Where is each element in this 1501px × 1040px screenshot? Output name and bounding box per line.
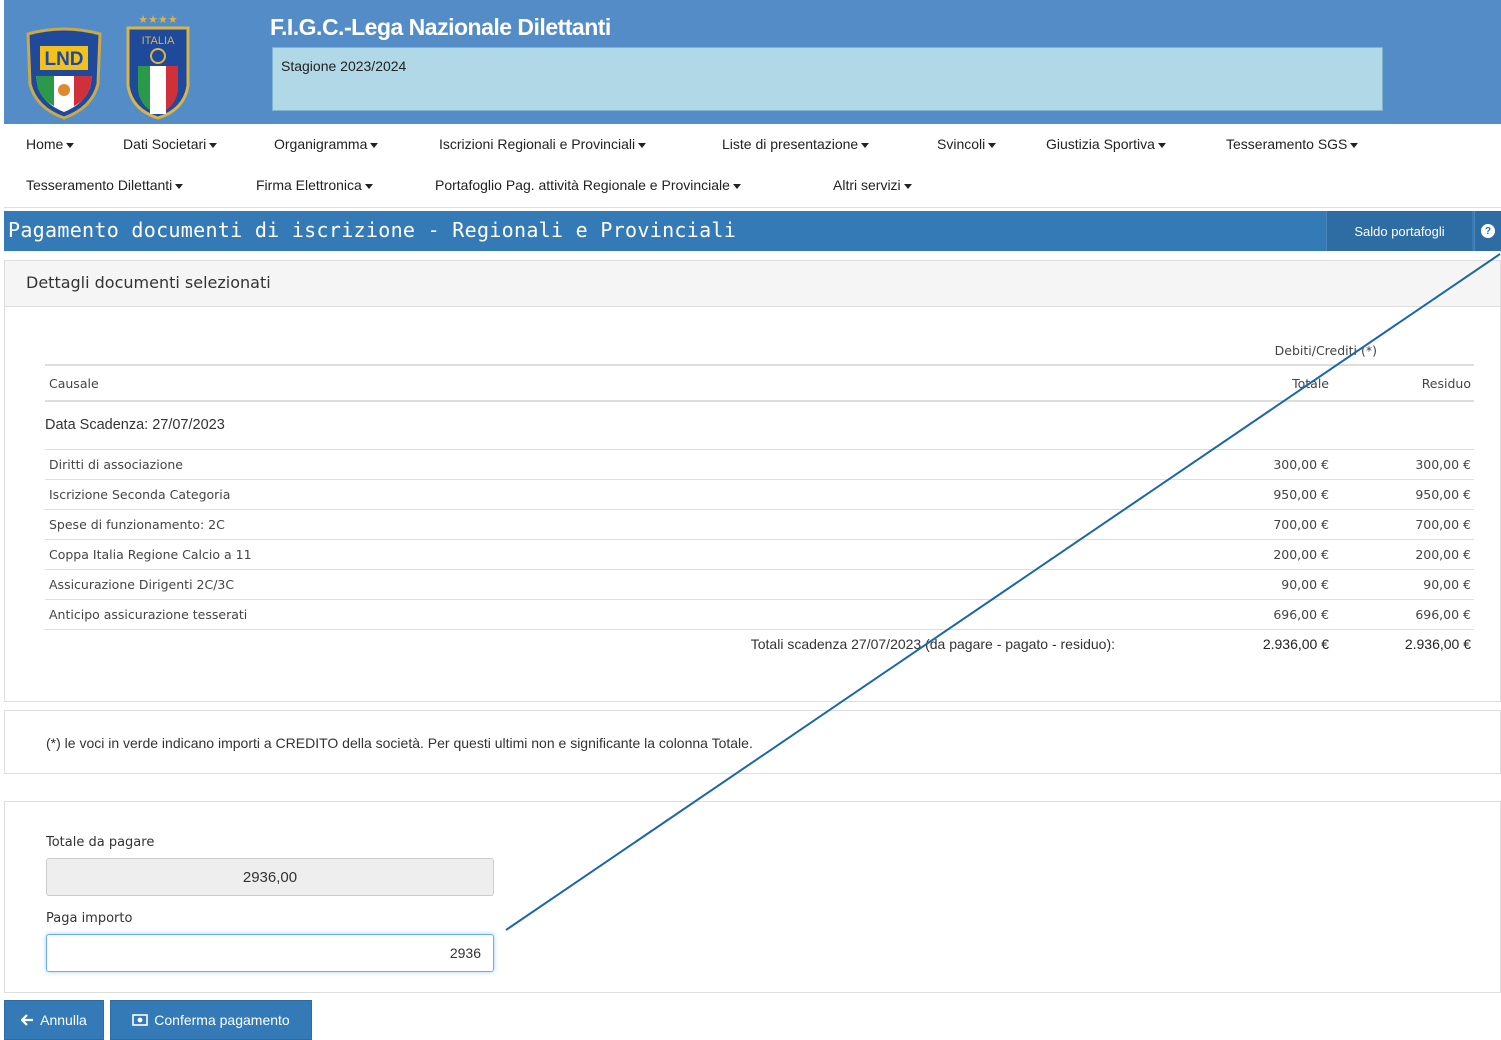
- note-panel: (*) le voci in verde indicano importi a …: [4, 710, 1501, 774]
- row-residuo: 696,00 €: [1332, 598, 1474, 629]
- row-residuo: 950,00 €: [1332, 478, 1474, 509]
- caret-down-icon: [175, 183, 184, 189]
- svg-text:★★★★: ★★★★: [138, 13, 178, 26]
- table-row: Iscrizione Seconda Categoria 950,00 € 95…: [45, 478, 1474, 509]
- table-row: Spese di funzionamento: 2C 700,00 € 700,…: [45, 508, 1474, 539]
- row-residuo: 300,00 €: [1332, 448, 1474, 479]
- col-causale: Causale: [45, 364, 1175, 402]
- row-totale: 90,00 €: [1175, 568, 1332, 599]
- annulla-button[interactable]: Annulla: [4, 1000, 104, 1040]
- table-row: Coppa Italia Regione Calcio a 11 200,00 …: [45, 538, 1474, 569]
- scadenza-row: Data Scadenza: 27/07/2023: [45, 401, 1474, 449]
- totals-residuo: 2.936,00 €: [1332, 628, 1474, 659]
- row-totale: 696,00 €: [1175, 598, 1332, 629]
- nav-svincoli[interactable]: Svincoli: [937, 136, 997, 152]
- nav-iscrizioni[interactable]: Iscrizioni Regionali e Provinciali: [439, 136, 647, 152]
- row-causale: Coppa Italia Regione Calcio a 11: [45, 538, 1175, 569]
- row-causale: Assicurazione Dirigenti 2C/3C: [45, 568, 1175, 599]
- table-row: Assicurazione Dirigenti 2C/3C 90,00 € 90…: [45, 568, 1474, 599]
- totals-label: Totali scadenza 27/07/2023 (da pagare - …: [45, 628, 1175, 659]
- arrow-left-icon: [21, 1014, 34, 1026]
- table-header: Causale Totale Residuo: [45, 364, 1474, 402]
- caret-down-icon: [1350, 142, 1359, 148]
- payment-panel: Totale da pagare 2936,00 Paga importo: [4, 801, 1501, 993]
- col-totale: Totale: [1175, 364, 1332, 402]
- caret-down-icon: [209, 142, 218, 148]
- row-causale: Iscrizione Seconda Categoria: [45, 478, 1175, 509]
- col-residuo: Residuo: [1332, 364, 1474, 402]
- season-box: Stagione 2023/2024: [272, 47, 1383, 111]
- money-icon: [132, 1014, 149, 1026]
- caret-down-icon: [988, 142, 997, 148]
- svg-text:ITALIA: ITALIA: [142, 35, 175, 47]
- conferma-label: Conferma pagamento: [154, 1012, 290, 1028]
- saldo-portafogli-button[interactable]: Saldo portafogli: [1326, 211, 1472, 251]
- table-row: Anticipo assicurazione tesserati 696,00 …: [45, 598, 1474, 629]
- season-label: Stagione 2023/2024: [281, 58, 407, 74]
- row-residuo: 200,00 €: [1332, 538, 1474, 569]
- nav-organigramma[interactable]: Organigramma: [274, 136, 379, 152]
- row-causale: Anticipo assicurazione tesserati: [45, 598, 1175, 629]
- caret-down-icon: [370, 142, 379, 148]
- table-row: Diritti di associazione 300,00 € 300,00 …: [45, 448, 1474, 479]
- conferma-pagamento-button[interactable]: Conferma pagamento: [110, 1000, 312, 1040]
- row-residuo: 700,00 €: [1332, 508, 1474, 539]
- credit-note: (*) le voci in verde indicano importi a …: [46, 735, 753, 751]
- row-causale: Diritti di associazione: [45, 448, 1175, 479]
- nav-liste[interactable]: Liste di presentazione: [722, 136, 870, 152]
- details-heading: Dettagli documenti selezionati: [5, 261, 1500, 307]
- header-title: F.I.G.C.-Lega Nazionale Dilettanti: [270, 14, 611, 40]
- totale-da-pagare-field: 2936,00: [46, 858, 494, 896]
- totals-totale: 2.936,00 €: [1175, 628, 1332, 659]
- caret-down-icon: [861, 142, 870, 148]
- table-super-header: Debiti/Crediti (*): [45, 331, 1474, 365]
- caret-down-icon: [638, 142, 647, 148]
- documents-table: Debiti/Crediti (*) Causale Totale Residu…: [45, 331, 1474, 659]
- caret-down-icon: [903, 183, 912, 189]
- nav-altri-servizi[interactable]: Altri servizi: [833, 177, 912, 193]
- question-circle-icon: ?: [1481, 224, 1495, 238]
- caret-down-icon: [66, 142, 75, 148]
- nav-tesseramento-dilettanti[interactable]: Tesseramento Dilettanti: [26, 177, 184, 193]
- annulla-label: Annulla: [40, 1012, 87, 1028]
- nav-portafoglio[interactable]: Portafoglio Pag. attività Regionale e Pr…: [435, 177, 741, 193]
- row-totale: 200,00 €: [1175, 538, 1332, 569]
- nav-dati-societari[interactable]: Dati Societari: [123, 136, 218, 152]
- debiti-crediti-header: Debiti/Crediti (*): [1274, 343, 1377, 358]
- help-button[interactable]: ?: [1474, 211, 1501, 251]
- details-panel: Dettagli documenti selezionati Debiti/Cr…: [4, 260, 1501, 702]
- app-header: LND ★★★★ ITALIA F.I.G.C.-Lega Nazionale …: [4, 0, 1501, 124]
- lnd-logo: LND: [26, 27, 102, 120]
- nav-giustizia[interactable]: Giustizia Sportiva: [1046, 136, 1166, 152]
- nav-firma-elettronica[interactable]: Firma Elettronica: [256, 177, 373, 193]
- nav-tesseramento-sgs[interactable]: Tesseramento SGS: [1226, 136, 1359, 152]
- row-totale: 300,00 €: [1175, 448, 1332, 479]
- nav-home[interactable]: Home: [26, 136, 75, 152]
- page-title: Pagamento documenti di iscrizione - Regi…: [8, 218, 737, 242]
- page-titlebar: Pagamento documenti di iscrizione - Regi…: [4, 211, 1501, 251]
- figc-italia-logo: ★★★★ ITALIA: [126, 13, 190, 120]
- totale-da-pagare-label: Totale da pagare: [46, 835, 155, 850]
- row-totale: 700,00 €: [1175, 508, 1332, 539]
- row-residuo: 90,00 €: [1332, 568, 1474, 599]
- caret-down-icon: [1157, 142, 1166, 148]
- svg-text:LND: LND: [44, 49, 83, 70]
- paga-importo-label: Paga importo: [46, 911, 133, 926]
- row-causale: Spese di funzionamento: 2C: [45, 508, 1175, 539]
- caret-down-icon: [732, 183, 741, 189]
- totals-row: Totali scadenza 27/07/2023 (da pagare - …: [45, 628, 1474, 659]
- scadenza-label: Data Scadenza: 27/07/2023: [45, 417, 225, 434]
- row-totale: 950,00 €: [1175, 478, 1332, 509]
- main-nav: Home Dati Societari Organigramma Iscrizi…: [4, 124, 1501, 208]
- caret-down-icon: [364, 183, 373, 189]
- paga-importo-input[interactable]: [46, 934, 494, 972]
